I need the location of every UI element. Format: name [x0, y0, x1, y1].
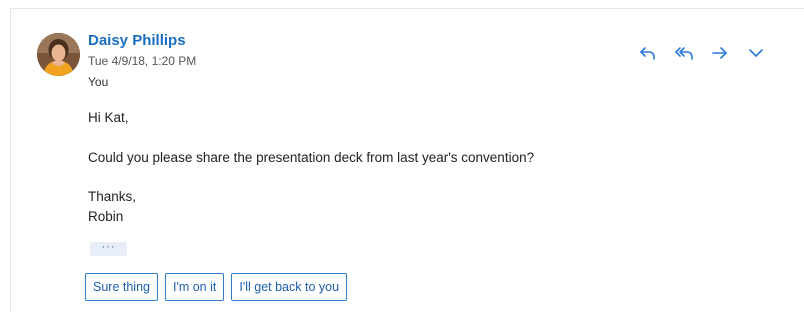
reading-pane: Daisy Phillips Tue 4/9/18, 1:20 PM You H…	[10, 8, 804, 312]
message-signature: Robin	[88, 209, 124, 224]
message-signoff: Thanks,	[88, 189, 137, 204]
reply-all-icon	[675, 47, 693, 60]
forward-icon	[712, 47, 727, 59]
recipient: You	[88, 75, 109, 89]
message-body-line: Could you please share the presentation …	[88, 150, 535, 165]
suggested-replies: Sure thing I'm on it I'll get back to yo…	[85, 273, 348, 301]
reply-all-button[interactable]	[669, 41, 699, 65]
suggested-reply-get-back[interactable]: I'll get back to you	[231, 273, 348, 301]
avatar[interactable]	[37, 33, 80, 76]
sent-date: Tue 4/9/18, 1:20 PM	[88, 54, 197, 68]
forward-button[interactable]	[705, 41, 735, 65]
suggested-reply-im-on-it[interactable]: I'm on it	[164, 273, 225, 301]
message-greeting: Hi Kat,	[88, 110, 129, 125]
avatar-image	[37, 33, 80, 76]
chevron-down-icon	[749, 49, 763, 57]
reply-icon	[640, 47, 655, 60]
more-actions-button[interactable]	[741, 41, 771, 65]
message-actions	[633, 41, 771, 65]
show-more-button[interactable]: ···	[90, 242, 127, 256]
suggested-reply-sure-thing[interactable]: Sure thing	[85, 273, 158, 301]
email-message: Daisy Phillips Tue 4/9/18, 1:20 PM You H…	[11, 9, 804, 312]
reply-button[interactable]	[633, 41, 663, 65]
sender-name[interactable]: Daisy Phillips	[88, 32, 186, 49]
